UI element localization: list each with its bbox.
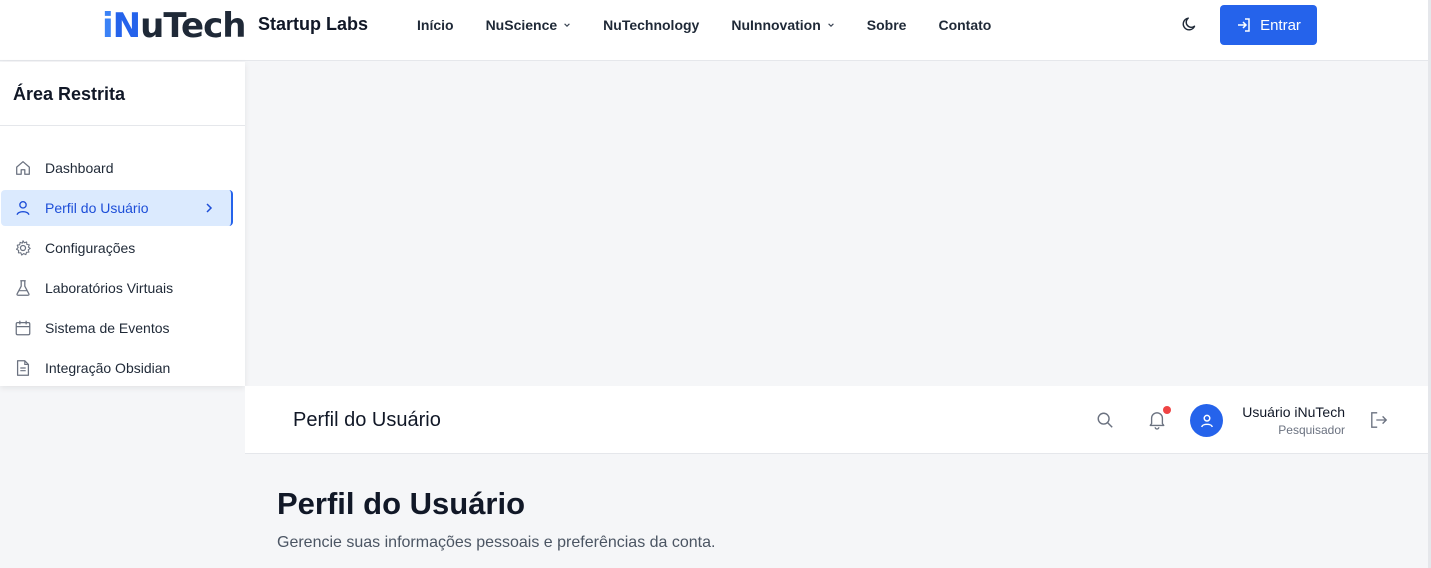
- moon-icon[interactable]: [1181, 15, 1199, 33]
- sidebar-item-eventos[interactable]: Sistema de Eventos: [1, 310, 233, 346]
- nav-nuinnovation[interactable]: NuInnovation: [731, 17, 834, 33]
- home-icon: [16, 161, 30, 175]
- chevron-down-icon: [827, 23, 834, 27]
- sidebar-item-label: Configurações: [45, 240, 136, 256]
- sidebar-item-configuracoes[interactable]: Configurações: [1, 230, 233, 266]
- chevron-right-icon: [206, 203, 213, 213]
- nav-nutechnology[interactable]: NuTechnology: [603, 17, 699, 33]
- top-navbar: iNuTech Startup Labs Início NuScience Nu…: [0, 0, 1431, 61]
- logout-icon[interactable]: [1369, 411, 1389, 429]
- calendar-icon: [15, 320, 31, 336]
- bell-icon[interactable]: [1148, 410, 1166, 430]
- sidebar-item-label: Integração Obsidian: [45, 360, 171, 376]
- login-icon: [1238, 18, 1250, 32]
- user-name: Usuário iNuTech: [1242, 404, 1345, 420]
- main-nav: Início NuScience NuTechnology NuInnovati…: [417, 0, 1023, 50]
- document-icon: [16, 360, 30, 376]
- sidebar-item-perfil[interactable]: Perfil do Usuário: [1, 190, 233, 226]
- sidebar-item-obsidian[interactable]: Integração Obsidian: [1, 350, 233, 386]
- sidebar-item-label: Sistema de Eventos: [45, 320, 170, 336]
- sidebar: Área Restrita Dashboard Perfil do Usuári…: [0, 62, 245, 386]
- sidebar-item-dashboard[interactable]: Dashboard: [1, 150, 233, 186]
- brand-name[interactable]: Startup Labs: [258, 14, 368, 35]
- content-header: Perfil do Usuário Usuário iNuTech Pesqui…: [245, 386, 1428, 454]
- header-title: Perfil do Usuário: [293, 409, 441, 431]
- sidebar-item-laboratorios[interactable]: Laboratórios Virtuais: [1, 270, 233, 306]
- chevron-down-icon: [564, 23, 570, 27]
- login-button[interactable]: Entrar: [1220, 5, 1317, 45]
- sidebar-item-label: Laboratórios Virtuais: [45, 280, 174, 296]
- avatar[interactable]: [1190, 404, 1223, 437]
- sidebar-item-label: Perfil do Usuário: [45, 200, 149, 216]
- page-title: Perfil do Usuário: [277, 486, 526, 521]
- nav-contato[interactable]: Contato: [938, 17, 991, 33]
- gear-icon: [15, 240, 31, 256]
- sidebar-divider: [0, 125, 245, 126]
- flask-icon: [16, 280, 30, 296]
- page-subtitle: Gerencie suas informações pessoais e pre…: [277, 534, 716, 551]
- user-icon: [1200, 414, 1213, 427]
- login-label: Entrar: [1260, 16, 1301, 34]
- user-role: Pesquisador: [1278, 423, 1345, 437]
- logo-wordmark: iNuTech: [102, 6, 246, 46]
- nav-sobre[interactable]: Sobre: [867, 17, 907, 33]
- nav-nuscience[interactable]: NuScience: [486, 17, 572, 33]
- user-icon: [16, 201, 30, 216]
- sidebar-title: Área Restrita: [13, 84, 126, 104]
- search-icon[interactable]: [1096, 411, 1114, 429]
- nav-inicio[interactable]: Início: [417, 17, 454, 33]
- sidebar-item-label: Dashboard: [45, 160, 114, 176]
- notification-badge: [1163, 406, 1171, 414]
- inutech-logo[interactable]: iNuTech: [102, 6, 246, 46]
